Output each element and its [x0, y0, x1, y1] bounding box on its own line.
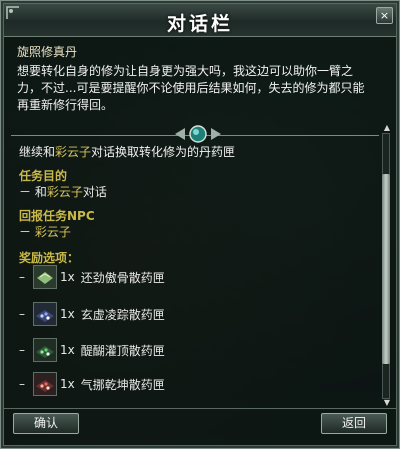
scroll-down-button[interactable]: ▼: [381, 398, 393, 408]
task-npc-link[interactable]: 彩云子: [55, 145, 91, 159]
rewards-header: 奖励选项：: [19, 251, 80, 265]
confirm-button[interactable]: 确认: [13, 413, 79, 434]
gem-box-blue-icon: [33, 302, 57, 326]
reward-dash: –: [19, 343, 25, 357]
objective-suffix: 对话: [82, 185, 107, 199]
reward-option[interactable]: – 1x 气挪乾坤散药匣: [19, 372, 165, 396]
back-button[interactable]: 返回: [321, 413, 387, 434]
dialog-content: 旋照修真丹 想要转化自身的修为让自身更为强大吗，我这边可以助你一臂之力，不过..…: [17, 41, 375, 114]
objective-header: 任务目的: [19, 169, 68, 183]
reward-qty: 1x: [60, 270, 75, 284]
footer-divider: [4, 408, 396, 409]
herb-box-icon: [33, 265, 57, 289]
dialog-titlebar: 对话栏 ×: [4, 4, 396, 37]
return-npc-line: － 彩云子: [19, 223, 71, 240]
gem-box-red-icon: [33, 372, 57, 396]
reward-name: 玄虚凌踪散药匣: [80, 307, 165, 322]
scrollbar-track[interactable]: [382, 133, 390, 399]
reward-qty: 1x: [60, 377, 75, 391]
dialog-title: 对话栏: [166, 13, 233, 35]
objective-npc-link[interactable]: 彩云子: [47, 185, 83, 199]
close-button[interactable]: ×: [376, 7, 393, 24]
reward-option[interactable]: – 1x 还劲傲骨散药匣: [19, 265, 165, 289]
reward-name: 气挪乾坤散药匣: [80, 377, 165, 392]
reward-name: 还劲傲骨散药匣: [80, 270, 165, 285]
return-npc-link[interactable]: 彩云子: [35, 225, 71, 239]
objective-line: － 和彩云子对话: [19, 183, 107, 200]
return-prefix: －: [19, 225, 35, 239]
task-line: 继续和彩云子对话换取转化修为的丹药匣: [19, 143, 235, 160]
task-suffix: 对话换取转化修为的丹药匣: [91, 145, 236, 159]
gem-box-green-icon: [33, 338, 57, 362]
reward-option[interactable]: – 1x 玄虚凌踪散药匣: [19, 302, 165, 326]
reward-dash: –: [19, 270, 25, 284]
reward-dash: –: [19, 377, 25, 391]
scrollbar-thumb[interactable]: [382, 174, 390, 364]
quest-description: 想要转化自身的修为让自身更为强大吗，我这边可以助你一臂之力，不过...可是要提醒…: [17, 64, 365, 112]
quest-name: 旋照修真丹: [17, 45, 78, 59]
reward-qty: 1x: [60, 343, 75, 357]
reward-dash: –: [19, 307, 25, 321]
scroll-up-button[interactable]: ▲: [381, 123, 393, 133]
reward-name: 醍醐灌顶散药匣: [80, 343, 165, 358]
return-npc-header: 回报任务NPC: [19, 209, 95, 223]
reward-qty: 1x: [60, 307, 75, 321]
dialog-window: 对话栏 × 旋照修真丹 想要转化自身的修为让自身更为强大吗，我这边可以助你一臂之…: [0, 0, 400, 449]
reward-option[interactable]: – 1x 醍醐灌顶散药匣: [19, 338, 165, 362]
objective-prefix: － 和: [19, 185, 47, 199]
task-prefix: 继续和: [19, 145, 56, 159]
divider-gem-ornament-icon: [175, 125, 221, 143]
